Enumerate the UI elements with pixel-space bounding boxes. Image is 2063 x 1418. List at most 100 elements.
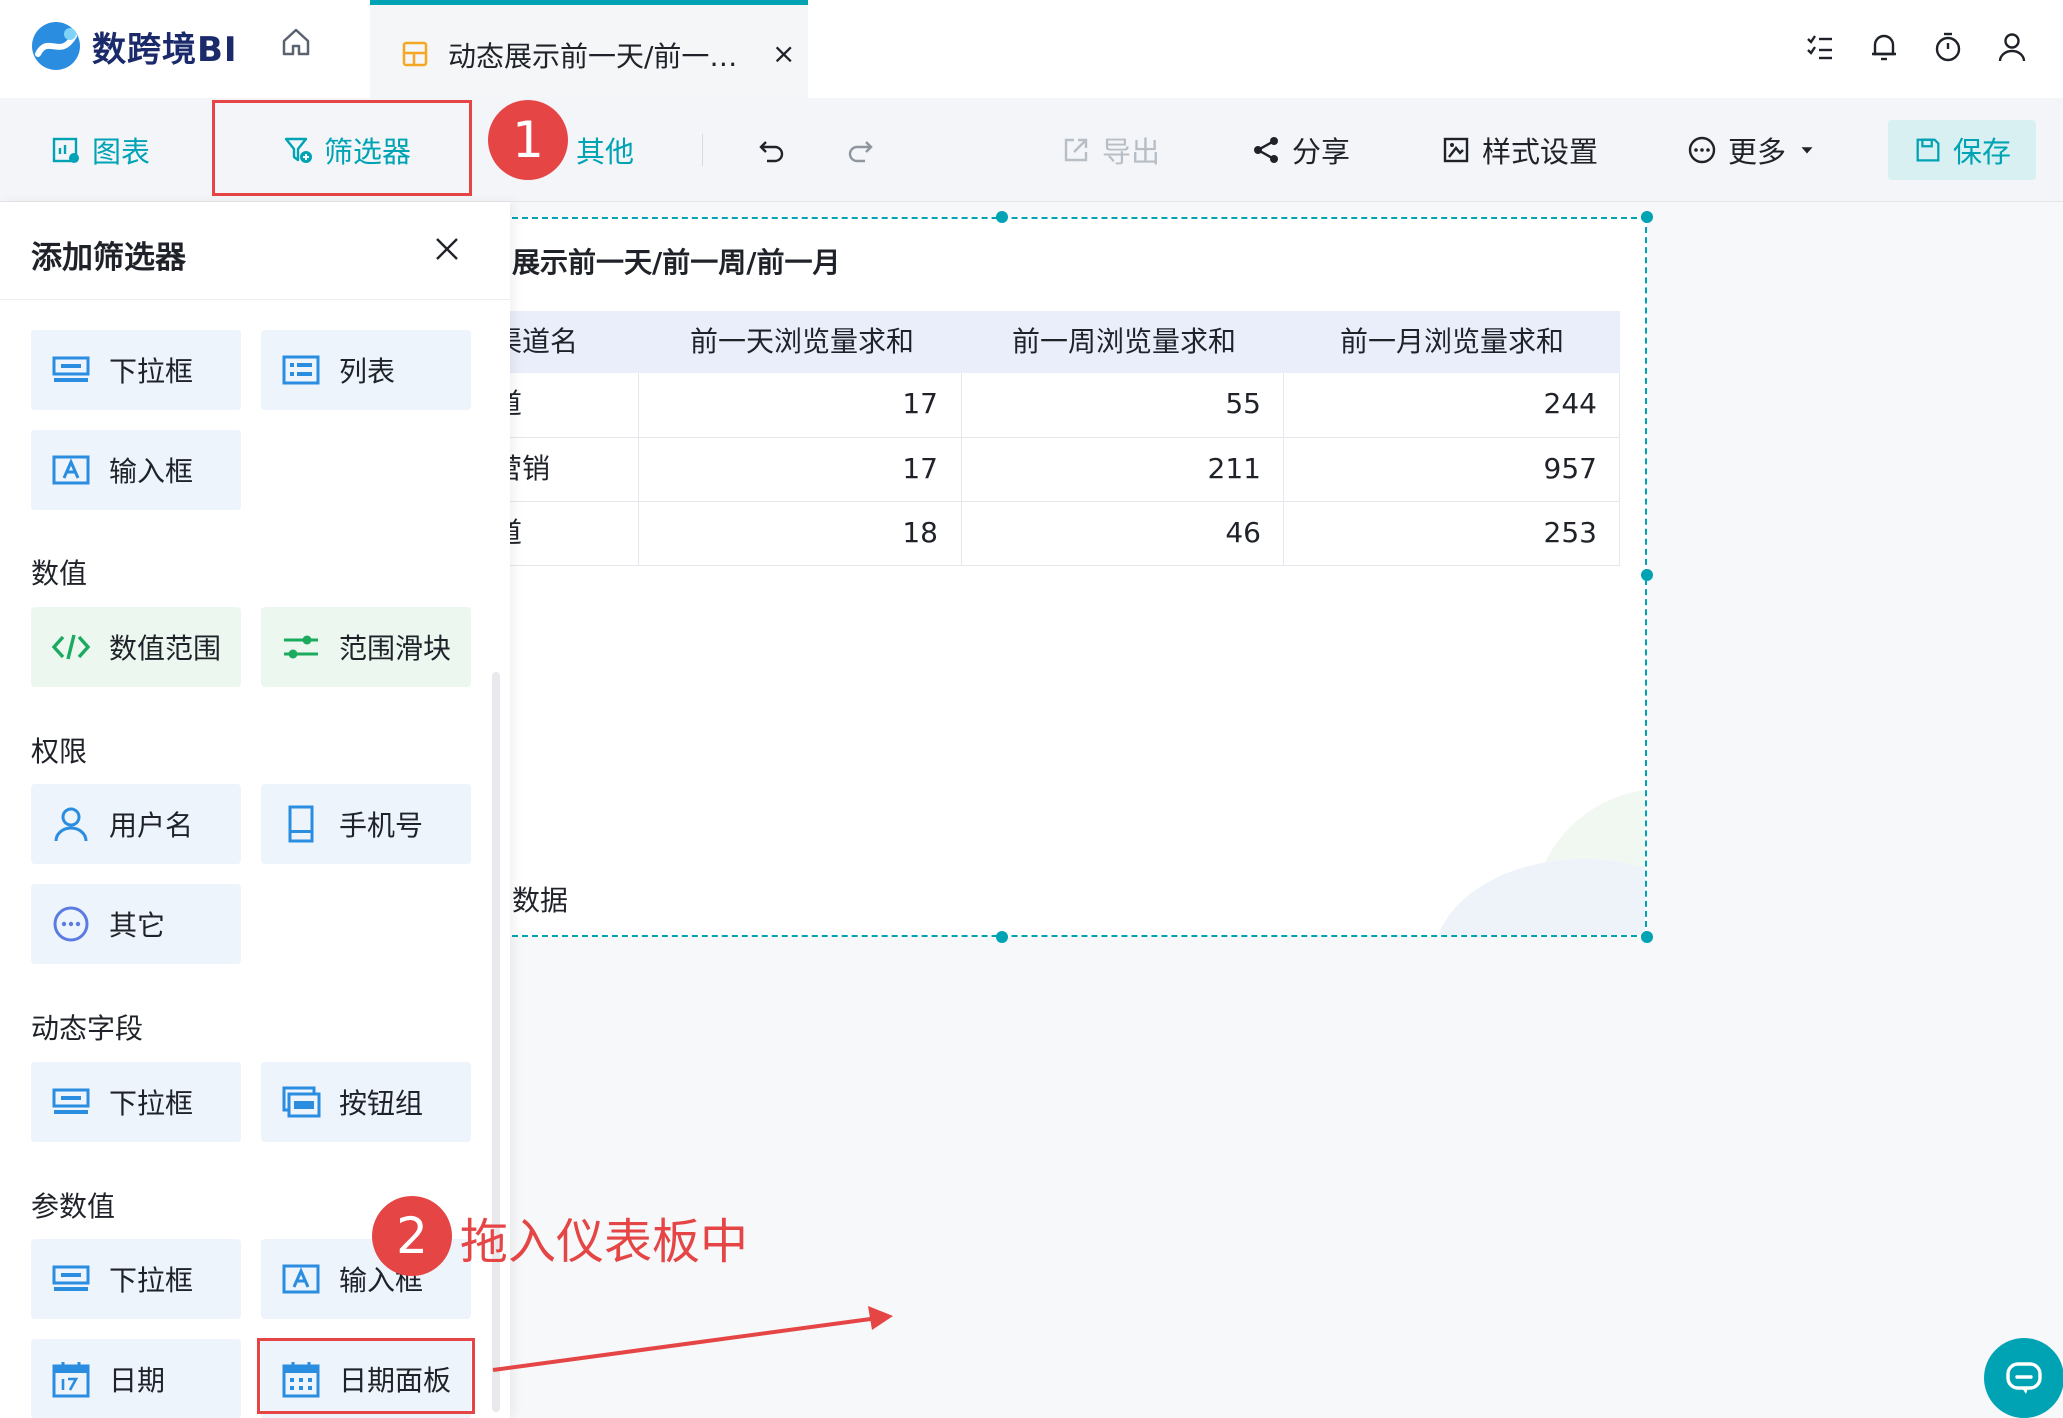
top-bar: 数跨境BI 动态展示前一天/前一… ×	[0, 0, 2063, 98]
widget-title: 展示前一天/前一周/前一月	[512, 246, 841, 279]
export-button[interactable]: 导出	[1060, 128, 1160, 172]
undo-icon	[759, 141, 784, 163]
export-label: 导出	[1102, 135, 1161, 169]
dashboard-icon	[402, 41, 428, 67]
input-box-icon	[282, 1264, 320, 1294]
filter-numeric-range[interactable]: 数值范围	[31, 607, 241, 687]
column-header[interactable]: 前一月浏览量求和	[1340, 311, 1564, 373]
timer-icon[interactable]	[1931, 30, 1965, 64]
style-settings-button[interactable]: 样式设置	[1440, 128, 1598, 172]
drag-instruction-text: 拖入仪表板中	[460, 1214, 749, 1270]
step-badge-1: 1	[488, 100, 568, 180]
row-divider	[494, 565, 1620, 566]
table-cell: 211	[1207, 452, 1261, 485]
share-button[interactable]: 分享	[1250, 128, 1350, 172]
filter-phone[interactable]: 手机号	[261, 784, 471, 864]
logo-text: 数跨境BI	[92, 29, 238, 70]
code-range-icon	[51, 634, 91, 660]
filter-dropdown-text[interactable]: 下拉框	[31, 330, 241, 410]
tab-title: 动态展示前一天/前一…	[448, 40, 738, 73]
chart-button[interactable]: 图表	[50, 128, 150, 172]
filter-item-label: 其它	[109, 909, 166, 942]
filter-list-text[interactable]: 列表	[261, 330, 471, 410]
filter-input-text[interactable]: 输入框	[31, 430, 241, 510]
filter-item-label: 列表	[339, 355, 396, 388]
more-button[interactable]: 更多	[1686, 128, 1818, 172]
share-icon	[1254, 137, 1278, 163]
chart-add-icon	[52, 137, 79, 163]
resize-handle[interactable]	[1641, 569, 1653, 581]
table-cell: 55	[1225, 387, 1261, 420]
filter-item-label: 范围滑块	[339, 632, 452, 665]
export-icon	[1064, 138, 1088, 162]
section-label-dynamic-field: 动态字段	[31, 1012, 144, 1045]
table-cell: 18	[902, 516, 938, 549]
column-divider	[1619, 373, 1620, 565]
section-label-permission: 权限	[31, 735, 88, 768]
column-header[interactable]: 前一周浏览量求和	[1012, 311, 1236, 373]
user-icon[interactable]	[1995, 30, 2029, 64]
tab-close-icon[interactable]: ×	[772, 37, 795, 70]
share-label: 分享	[1292, 135, 1351, 169]
widget-decoration	[1434, 859, 1645, 935]
undo-button[interactable]	[756, 128, 788, 172]
tab-dashboard[interactable]: 动态展示前一天/前一… ×	[370, 0, 808, 98]
filter-highlight-box	[212, 100, 472, 196]
table-cell: 253	[1543, 516, 1597, 549]
filter-item-label: 日期	[109, 1364, 166, 1397]
panel-title: 添加筛选器	[31, 240, 186, 276]
table-cell: 46	[1225, 516, 1261, 549]
filter-other[interactable]: 其它	[31, 884, 241, 964]
slider-icon	[284, 635, 318, 659]
filter-dropdown-param[interactable]: 下拉框	[31, 1239, 241, 1319]
resize-handle[interactable]	[996, 211, 1008, 223]
more-label: 更多	[1728, 135, 1787, 169]
dropdown-icon	[52, 1088, 90, 1114]
step-badge-2: 2	[372, 1196, 452, 1276]
caret-down-icon	[1801, 147, 1813, 154]
other-label: 其他	[576, 135, 635, 169]
home-icon[interactable]	[278, 24, 314, 60]
filter-item-label: 手机号	[339, 809, 424, 842]
redo-button[interactable]	[844, 128, 876, 172]
phone-icon	[288, 805, 314, 843]
close-icon[interactable]	[432, 234, 462, 264]
filter-item-label: 下拉框	[109, 1087, 194, 1120]
dropdown-icon	[52, 356, 90, 382]
app-logo[interactable]: 数跨境BI	[30, 18, 238, 74]
user-icon	[54, 807, 88, 842]
save-label: 保存	[1952, 135, 2011, 169]
bell-icon[interactable]	[1867, 30, 1901, 64]
filter-date[interactable]: 日期	[31, 1339, 241, 1418]
filter-button-group[interactable]: 按钮组	[261, 1062, 471, 1142]
top-icon-group	[1803, 30, 2029, 64]
filter-item-label: 按钮组	[339, 1087, 424, 1120]
date-panel-highlight-box	[257, 1338, 475, 1414]
filter-dropdown-dynamic[interactable]: 下拉框	[31, 1062, 241, 1142]
table-cell: 957	[1543, 452, 1597, 485]
save-icon	[1916, 138, 1940, 162]
filter-item-label: 下拉框	[109, 1264, 194, 1297]
toolbar-divider	[702, 134, 703, 166]
input-box-icon	[52, 455, 90, 485]
more-circle-icon	[53, 906, 89, 942]
table-cell: 17	[902, 387, 938, 420]
table-cell: 17	[902, 452, 938, 485]
table-widget[interactable]: 展示前一天/前一周/前一月 渠道名 前一天浏览量求和 前一周浏览量求和 前一月浏…	[492, 217, 1647, 937]
section-label-numeric: 数值	[31, 557, 88, 590]
resize-handle[interactable]	[1641, 931, 1653, 943]
button-group-icon	[282, 1086, 321, 1118]
style-icon	[1443, 137, 1469, 163]
dropdown-icon	[52, 1265, 90, 1291]
column-header[interactable]: 前一天浏览量求和	[690, 311, 914, 373]
list-icon	[282, 355, 320, 385]
task-list-icon[interactable]	[1803, 30, 1837, 64]
filter-username[interactable]: 用户名	[31, 784, 241, 864]
more-icon	[1688, 136, 1716, 164]
resize-handle[interactable]	[996, 931, 1008, 943]
save-button[interactable]: 保存	[1888, 120, 2036, 180]
support-chat-button[interactable]	[1984, 1338, 2063, 1418]
filter-range-slider[interactable]: 范围滑块	[261, 607, 471, 687]
drag-arrow-icon	[492, 1306, 893, 1372]
resize-handle[interactable]	[1641, 211, 1653, 223]
